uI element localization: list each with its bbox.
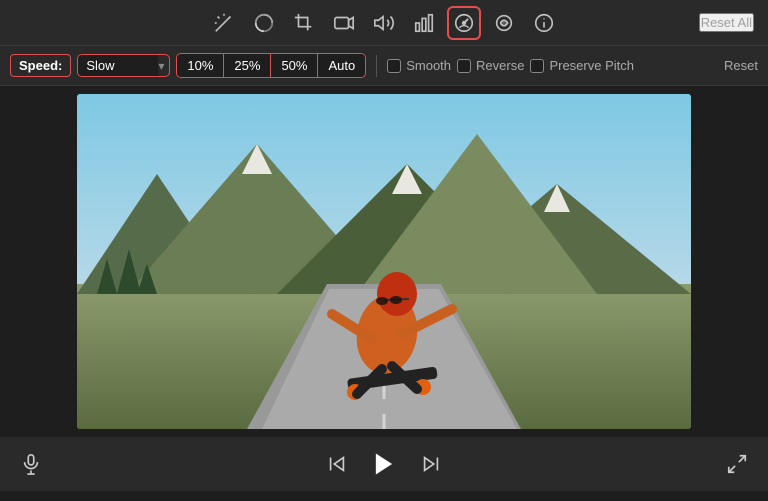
mic-button[interactable] bbox=[20, 453, 42, 475]
microphone-icon[interactable] bbox=[20, 453, 42, 475]
divider bbox=[376, 55, 377, 77]
play-button[interactable] bbox=[370, 450, 398, 478]
video-scene bbox=[77, 94, 691, 429]
skip-forward-button[interactable] bbox=[420, 453, 442, 475]
transitions-icon[interactable] bbox=[487, 6, 521, 40]
reverse-checkbox[interactable] bbox=[457, 59, 471, 73]
speed-toolbar: Speed: Slow Fast Normal Custom ▾ 10% 25%… bbox=[0, 46, 768, 86]
reverse-option[interactable]: Reverse bbox=[457, 58, 524, 73]
playback-controls bbox=[326, 450, 442, 478]
skip-back-button[interactable] bbox=[326, 453, 348, 475]
preserve-pitch-label: Preserve Pitch bbox=[549, 58, 634, 73]
preserve-pitch-option[interactable]: Preserve Pitch bbox=[530, 58, 634, 73]
reset-all-button[interactable]: Reset All bbox=[699, 13, 754, 32]
smooth-option[interactable]: Smooth bbox=[387, 58, 451, 73]
camera-icon[interactable] bbox=[327, 6, 361, 40]
speed-percent-group: 10% 25% 50% Auto bbox=[176, 53, 366, 78]
speed-10-button[interactable]: 10% bbox=[177, 54, 224, 77]
top-toolbar: Reset All bbox=[0, 0, 768, 46]
fullscreen-icon[interactable] bbox=[726, 453, 748, 475]
speed-reset-button[interactable]: Reset bbox=[724, 58, 758, 73]
bottom-controls bbox=[0, 437, 768, 491]
crop-icon[interactable] bbox=[287, 6, 321, 40]
video-player bbox=[77, 94, 691, 429]
info-icon[interactable] bbox=[527, 6, 561, 40]
color-wheel-icon[interactable] bbox=[247, 6, 281, 40]
speed-25-button[interactable]: 25% bbox=[224, 54, 271, 77]
bar-chart-icon[interactable] bbox=[407, 6, 441, 40]
chevron-down-icon: ▾ bbox=[158, 59, 164, 73]
speedometer-icon[interactable] bbox=[447, 6, 481, 40]
speed-50-button[interactable]: 50% bbox=[271, 54, 318, 77]
speed-label: Speed: bbox=[10, 54, 71, 77]
smooth-label: Smooth bbox=[406, 58, 451, 73]
reverse-label: Reverse bbox=[476, 58, 524, 73]
fullscreen-button[interactable] bbox=[726, 453, 748, 475]
preserve-pitch-checkbox[interactable] bbox=[530, 59, 544, 73]
audio-icon[interactable] bbox=[367, 6, 401, 40]
speed-select[interactable]: Slow Fast Normal Custom bbox=[78, 55, 158, 76]
speed-select-wrap[interactable]: Slow Fast Normal Custom ▾ bbox=[77, 54, 170, 77]
magic-wand-icon[interactable] bbox=[207, 6, 241, 40]
smooth-checkbox[interactable] bbox=[387, 59, 401, 73]
speed-auto-button[interactable]: Auto bbox=[318, 54, 365, 77]
